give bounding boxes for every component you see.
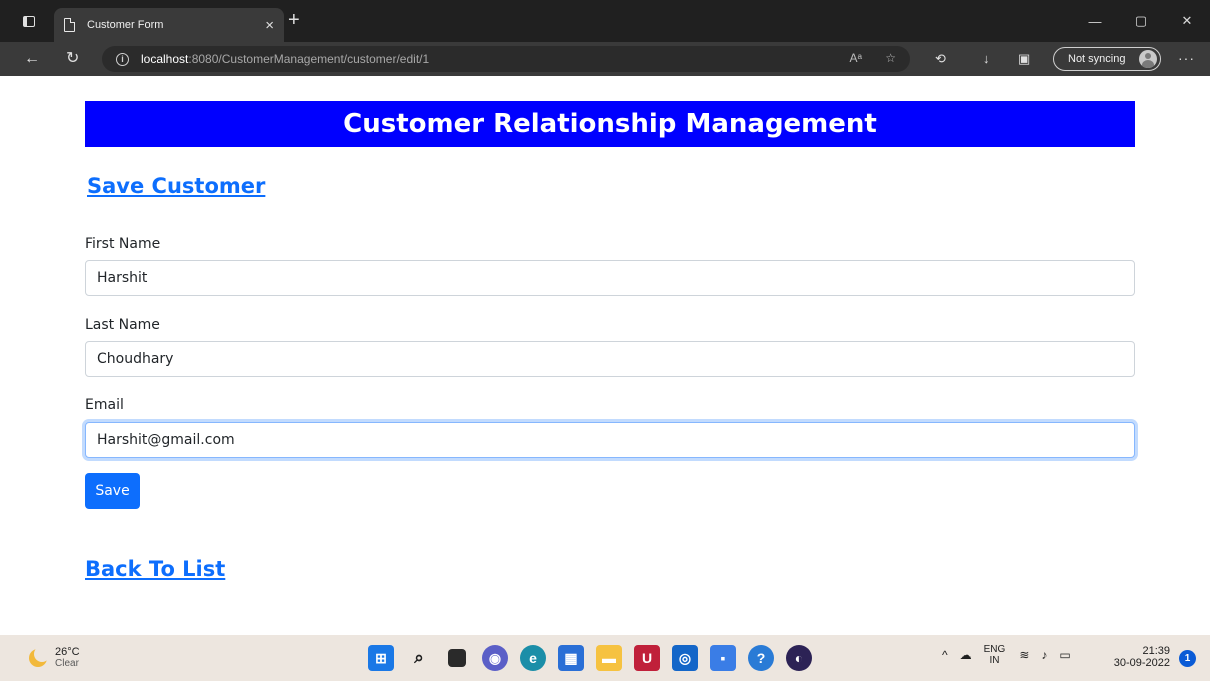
url-bar[interactable]: i localhost:8080/CustomerManagement/cust… xyxy=(102,46,910,72)
email-input[interactable] xyxy=(85,422,1135,458)
taskbar: 26°C Clear ⊞ ⌕ ◉ e ▦ ▬ U ◎ ▪ ? ◐ ^ ☁ ENG… xyxy=(0,635,1210,681)
browser-tab-bar: Customer Form × + — ▢ ✕ xyxy=(0,0,1210,42)
moon-icon xyxy=(29,646,50,667)
page-banner: Customer Relationship Management xyxy=(85,101,1135,147)
maximize-button[interactable]: ▢ xyxy=(1118,0,1164,42)
save-customer-heading[interactable]: Save Customer xyxy=(87,174,265,198)
chevron-up-icon[interactable]: ^ xyxy=(942,648,948,662)
history-icon[interactable]: ⟲ xyxy=(935,51,946,67)
window-controls: — ▢ ✕ xyxy=(1072,0,1210,42)
edge-icon[interactable]: e xyxy=(520,645,546,671)
taskbar-apps: ⊞ ⌕ ◉ e ▦ ▬ U ◎ ▪ ? ◐ xyxy=(368,645,824,671)
page-icon xyxy=(64,18,75,32)
url-path: :8080/CustomerManagement/customer/edit/1 xyxy=(188,52,430,66)
back-to-list-link[interactable]: Back To List xyxy=(85,557,225,581)
lang-bottom: IN xyxy=(989,655,1000,666)
store-icon[interactable]: ▦ xyxy=(558,645,584,671)
first-name-input[interactable] xyxy=(85,260,1135,296)
first-name-label: First Name xyxy=(85,236,161,252)
start-icon[interactable]: ⊞ xyxy=(368,645,394,671)
email-label: Email xyxy=(85,397,124,413)
sync-label: Not syncing xyxy=(1068,53,1126,65)
favorite-star-icon[interactable]: ☆ xyxy=(885,51,896,65)
weather-widget[interactable]: 26°C Clear xyxy=(29,646,80,670)
clock-date: 30-09-2022 xyxy=(1113,657,1170,669)
weather-temperature: 26°C xyxy=(55,646,80,658)
url-host: localhost xyxy=(141,52,189,66)
onedrive-icon[interactable]: ☁ xyxy=(960,648,972,662)
battery-icon[interactable]: ▭ xyxy=(1059,648,1070,662)
wifi-icon[interactable]: ≋ xyxy=(1019,648,1029,662)
task-view-icon[interactable] xyxy=(448,649,466,667)
mcafee-icon[interactable]: U xyxy=(634,645,660,671)
read-aloud-icon[interactable]: Aᵃ xyxy=(850,51,862,65)
camera-icon[interactable]: ◎ xyxy=(672,645,698,671)
extensions-icon[interactable]: ▣ xyxy=(1018,51,1030,67)
language-indicator[interactable]: ENG IN xyxy=(984,644,1006,666)
clock[interactable]: 21:39 30-09-2022 xyxy=(1108,645,1170,669)
more-menu-icon[interactable]: ··· xyxy=(1178,50,1195,66)
notification-badge[interactable]: 1 xyxy=(1179,650,1196,667)
download-icon[interactable]: ↓ xyxy=(983,51,990,67)
refresh-icon[interactable]: ↻ xyxy=(66,49,79,69)
clock-time: 21:39 xyxy=(1142,645,1170,657)
weather-condition: Clear xyxy=(55,658,79,669)
tab-close-icon[interactable]: × xyxy=(265,18,274,33)
new-tab-icon[interactable]: + xyxy=(288,10,300,30)
tab-title: Customer Form xyxy=(87,19,164,31)
volume-icon[interactable]: ♪ xyxy=(1041,648,1047,662)
lang-top: ENG xyxy=(983,644,1006,655)
help-icon[interactable]: ? xyxy=(748,645,774,671)
system-tray: ^ ☁ ENG IN ≋ ♪ ▭ xyxy=(942,644,1083,666)
profile-sync-button[interactable]: Not syncing xyxy=(1053,47,1161,71)
avatar-icon xyxy=(1139,50,1157,68)
eclipse-icon[interactable]: ◐ xyxy=(786,645,812,671)
address-toolbar: ← ↻ i localhost:8080/CustomerManagement/… xyxy=(0,42,1210,76)
tab-actions-icon[interactable] xyxy=(12,8,46,34)
file-explorer-icon[interactable]: ▬ xyxy=(596,645,622,671)
site-info-icon[interactable]: i xyxy=(116,52,129,66)
minimize-button[interactable]: — xyxy=(1072,0,1118,42)
back-arrow-icon[interactable]: ← xyxy=(24,49,40,69)
last-name-label: Last Name xyxy=(85,317,160,333)
save-button[interactable]: Save xyxy=(85,473,140,509)
chat-icon[interactable]: ◉ xyxy=(482,645,508,671)
tab-customer-form[interactable]: Customer Form × xyxy=(54,8,284,42)
last-name-input[interactable] xyxy=(85,341,1135,377)
search-icon[interactable]: ⌕ xyxy=(406,645,432,671)
close-window-button[interactable]: ✕ xyxy=(1164,0,1210,42)
zoom-icon[interactable]: ▪ xyxy=(710,645,736,671)
